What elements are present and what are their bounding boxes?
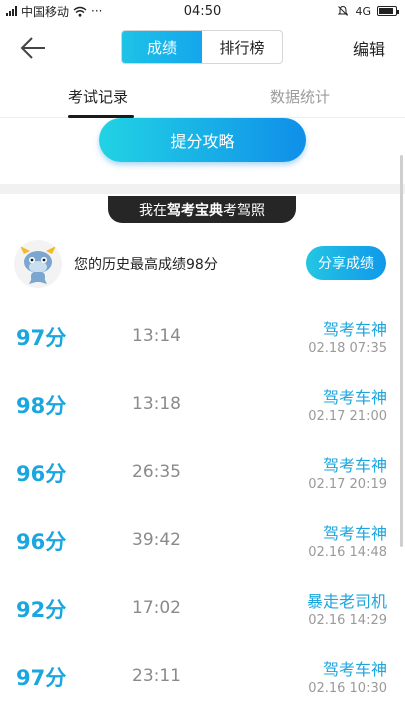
record-score: 92分	[16, 598, 67, 622]
record-date: 02.17 21:00	[308, 409, 387, 424]
segment-control: 成绩 排行榜	[121, 30, 283, 64]
record-row[interactable]: 96分 26:35 驾考车神 02.17 20:19	[0, 436, 405, 504]
tab-exam-records[interactable]: 考试记录	[68, 86, 128, 107]
mascot-avatar	[14, 240, 62, 288]
brand-banner: 我在 驾考宝典 考驾照	[108, 196, 296, 223]
record-duration: 26:35	[132, 462, 181, 482]
record-date: 02.16 14:48	[308, 545, 387, 560]
record-row[interactable]: 97分 23:11 驾考车神 02.16 10:30	[0, 640, 405, 708]
tips-button[interactable]: 提分攻略	[99, 118, 306, 162]
record-title: 驾考车神	[322, 524, 387, 543]
status-bar: 中国移动 ··· 04:50 4G	[0, 0, 405, 22]
tab-data-stats[interactable]: 数据统计	[270, 86, 330, 107]
network-icon: 4G	[355, 4, 371, 18]
status-right: 4G	[337, 4, 399, 18]
record-row[interactable]: 97分 13:14 驾考车神 02.18 07:35	[0, 300, 405, 368]
record-score: 96分	[16, 462, 67, 486]
record-date: 02.16 14:29	[308, 613, 387, 628]
best-score-row: 您的历史最高成绩98分 分享成绩	[0, 240, 405, 288]
battery-icon	[377, 6, 399, 16]
banner-prefix: 我在	[139, 202, 167, 219]
alarm-off-icon	[338, 5, 349, 16]
record-score: 97分	[16, 666, 67, 690]
record-date: 02.17 20:19	[308, 477, 387, 492]
edit-button[interactable]: 编辑	[353, 36, 385, 60]
segment-leaderboard[interactable]: 排行榜	[202, 31, 282, 63]
segment-scores[interactable]: 成绩	[122, 31, 202, 63]
banner-suffix: 考驾照	[223, 202, 265, 219]
record-duration: 23:11	[132, 666, 181, 686]
record-title: 驾考车神	[322, 320, 387, 339]
share-score-button[interactable]: 分享成绩	[306, 246, 386, 280]
record-title: 暴走老司机	[306, 592, 387, 611]
nav-bar: 成绩 排行榜 编辑	[0, 22, 405, 74]
record-row[interactable]: 96分 39:42 驾考车神 02.16 14:48	[0, 504, 405, 572]
record-score: 98分	[16, 394, 67, 418]
record-score: 96分	[16, 530, 67, 554]
record-duration: 17:02	[132, 598, 181, 618]
best-score-text: 您的历史最高成绩98分	[74, 257, 218, 273]
back-arrow-icon[interactable]	[18, 34, 48, 62]
record-duration: 39:42	[132, 530, 181, 550]
record-row[interactable]: 98分 13:18 驾考车神 02.17 21:00	[0, 368, 405, 436]
banner-brand: 驾考宝典	[167, 202, 223, 219]
record-date: 02.16 10:30	[308, 681, 387, 696]
record-title: 驾考车神	[322, 660, 387, 679]
record-title: 驾考车神	[322, 456, 387, 475]
record-row[interactable]: 92分 17:02 暴走老司机 02.16 14:29	[0, 572, 405, 640]
section-divider	[0, 184, 405, 194]
mascot-icon	[20, 246, 56, 284]
record-title: 驾考车神	[322, 388, 387, 407]
scrollbar[interactable]	[400, 155, 403, 547]
record-duration: 13:18	[132, 394, 181, 414]
record-duration: 13:14	[132, 326, 181, 346]
tab-bar: 考试记录 数据统计	[0, 80, 405, 118]
record-score: 97分	[16, 326, 67, 350]
record-date: 02.18 07:35	[308, 341, 387, 356]
